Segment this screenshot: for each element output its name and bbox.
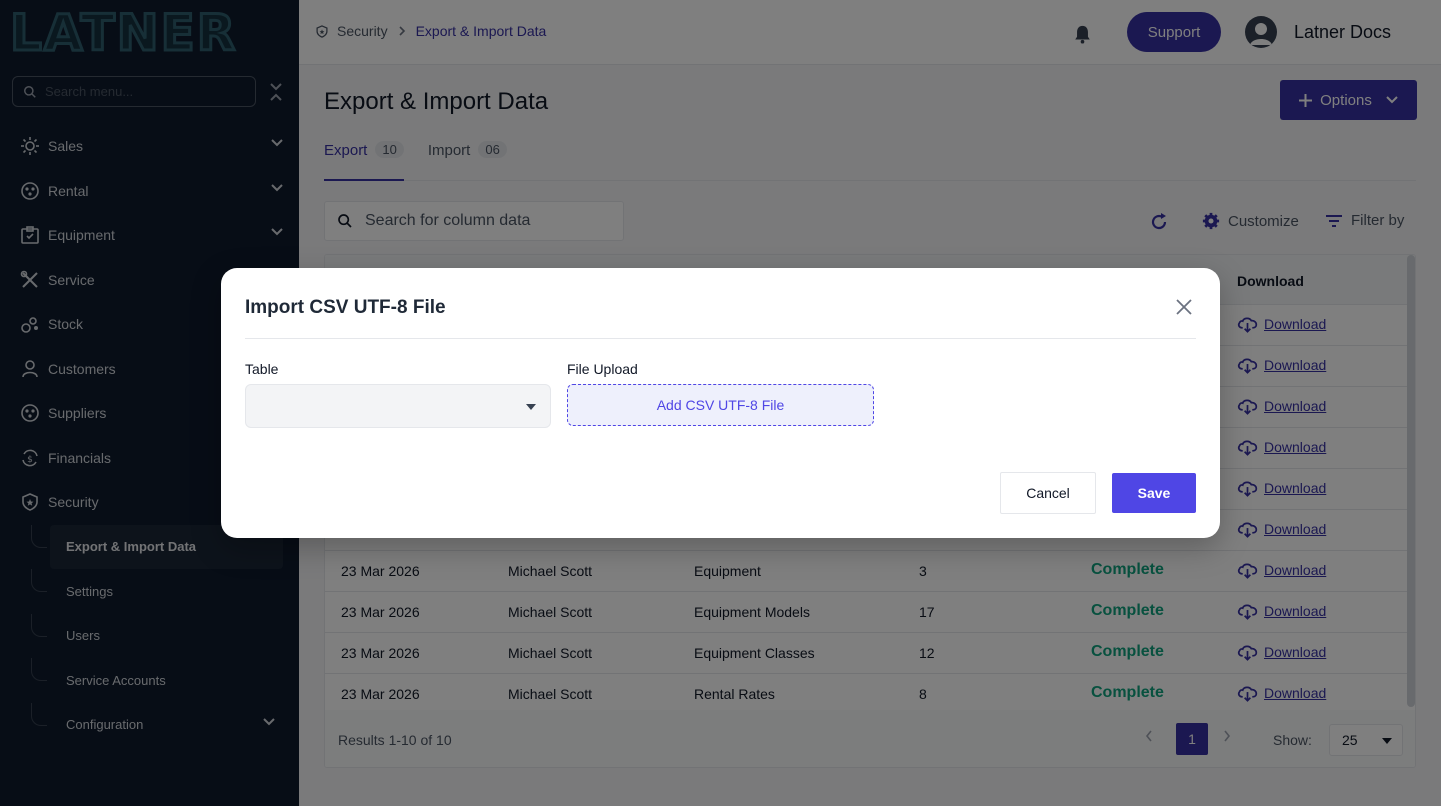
modal-title: Import CSV UTF-8 File <box>245 297 446 318</box>
table-select[interactable] <box>245 384 551 428</box>
modal-divider <box>245 338 1196 339</box>
caret-down-icon <box>526 404 536 410</box>
table-field-label: Table <box>245 361 279 377</box>
close-icon[interactable] <box>1175 298 1193 316</box>
add-csv-file-button[interactable]: Add CSV UTF-8 File <box>567 384 874 426</box>
save-button[interactable]: Save <box>1112 473 1196 513</box>
cancel-button[interactable]: Cancel <box>1000 472 1096 514</box>
file-upload-label: File Upload <box>567 361 638 377</box>
import-modal: Import CSV UTF-8 File Table File Upload … <box>221 268 1220 538</box>
